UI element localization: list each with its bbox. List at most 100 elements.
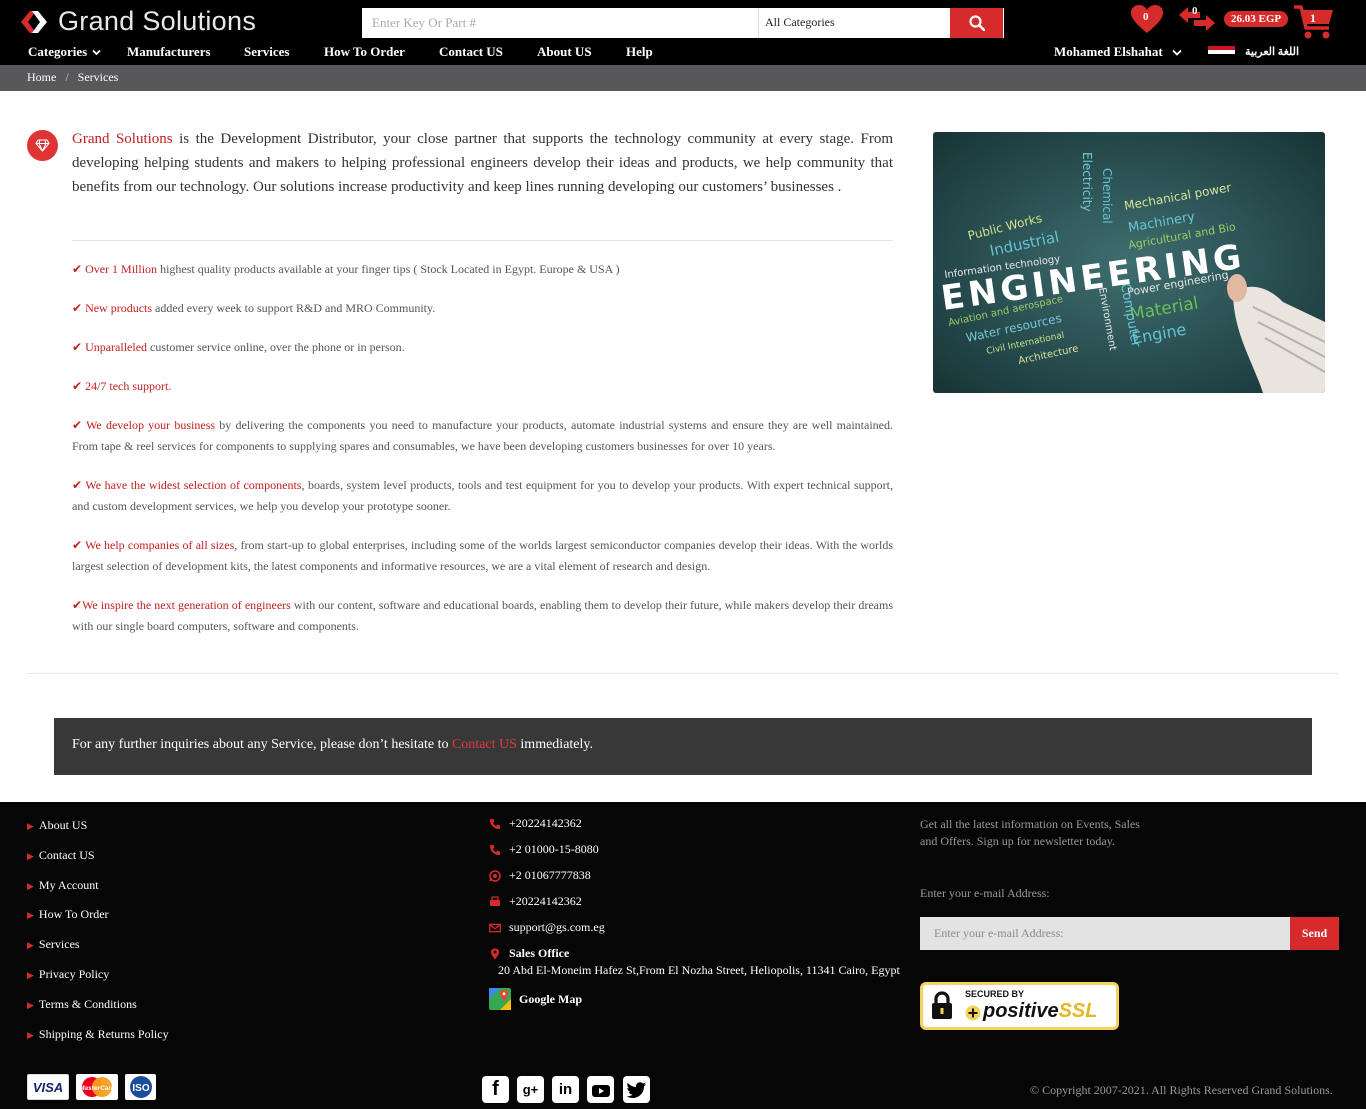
footer-link-shipping-returns[interactable]: ▶ Shipping & Returns Policy <box>27 1027 169 1042</box>
wishlist-count: 0 <box>1143 11 1149 23</box>
feature-item: ✔ Over 1 Million highest quality product… <box>72 259 893 280</box>
brand-name: Grand Solutions <box>72 131 173 147</box>
nav-how-to-order[interactable]: How To Order <box>324 44 405 60</box>
nav-help[interactable]: Help <box>626 44 653 60</box>
feature-highlight: Unparalleled <box>85 340 148 354</box>
footer: ▶ About US ▶ Contact US ▶ My Account ▶ How T… <box>0 802 1366 1109</box>
feature-highlight: We develop your business <box>86 418 216 432</box>
email-address: support@gs.com.eg <box>509 920 605 934</box>
cta-contact-link[interactable]: Contact US <box>452 737 517 752</box>
search-button[interactable] <box>950 8 1003 38</box>
nav-manufacturers[interactable]: Manufacturers <box>127 44 211 60</box>
iso-logo: ISO <box>125 1074 156 1100</box>
visa-logo: VISA <box>27 1074 69 1100</box>
footer-link-privacy-policy[interactable]: ▶ Privacy Policy <box>27 967 109 982</box>
egypt-flag-icon <box>1208 45 1235 58</box>
nav-categories[interactable]: Categories <box>28 44 102 60</box>
feature-highlight: We help companies of all sizes <box>85 538 235 552</box>
logo-mark-icon <box>21 10 47 33</box>
google-plus-icon[interactable]: g+ <box>517 1076 544 1103</box>
breadcrumb-current: Services <box>77 70 119 84</box>
account-balance-badge[interactable]: 26.03 EGP <box>1224 11 1289 27</box>
feature-item: ✔ Unparalleled customer service online, … <box>72 337 893 358</box>
engineering-image: Mechanical power Machinery Agricultural … <box>933 132 1325 393</box>
linkedin-icon[interactable]: in <box>552 1076 579 1103</box>
breadcrumb-home[interactable]: Home <box>27 70 56 84</box>
ssl-brand-suffix: SSL <box>1058 1000 1098 1022</box>
contact-fax[interactable]: +20224142362 <box>489 894 582 909</box>
footer-link-label: How To Order <box>38 907 109 921</box>
search-input[interactable] <box>362 8 759 38</box>
map-marker-icon <box>491 948 499 959</box>
positive-ssl-seal[interactable]: SECURED BY positiveSSL <box>920 982 1119 1030</box>
caret-right-icon: ▶ <box>27 910 34 920</box>
chevron-down-icon <box>1172 49 1182 56</box>
user-name: Mohamed Elshahat <box>1054 44 1163 59</box>
checkmark-icon: ✔ <box>72 301 83 315</box>
feature-item: ✔ We help companies of all sizes, from s… <box>72 535 893 577</box>
language-label: اللغة العربية <box>1245 46 1300 58</box>
ssl-brand-positive: positive <box>983 1000 1059 1022</box>
visa-logo-text: VISA <box>32 1079 64 1095</box>
newsletter-email-input[interactable] <box>920 917 1290 950</box>
footer-link-label: Services <box>38 937 80 951</box>
facebook-icon[interactable]: f <box>482 1076 509 1103</box>
feature-highlight: New products <box>85 301 153 315</box>
nav-about-us[interactable]: About US <box>537 44 592 60</box>
language-switch[interactable]: اللغة العربية <box>1208 45 1299 58</box>
site-logo[interactable]: Grand Solutions <box>18 6 256 37</box>
twitter-icon[interactable] <box>623 1076 650 1103</box>
chevron-down-icon <box>92 49 102 56</box>
contact-email[interactable]: support@gs.com.eg <box>489 920 605 935</box>
google-map-link[interactable]: Google Map <box>489 988 582 1010</box>
mastercard-logo: MasterCard <box>76 1074 118 1100</box>
iso-logo-text: ISO <box>132 1083 149 1094</box>
footer-link-services[interactable]: ▶ Services <box>27 937 80 952</box>
user-menu[interactable]: Mohamed Elshahat <box>1054 44 1182 60</box>
top-header: Grand Solutions All Categories 0 0 26.03… <box>0 0 1366 65</box>
footer-link-label: About US <box>38 818 88 832</box>
nav-categories-label: Categories <box>28 44 88 59</box>
breadcrumb-separator: / <box>65 70 69 84</box>
phone-number: +2 01000-15-8080 <box>509 842 599 856</box>
diamond-badge-icon <box>27 130 58 161</box>
checkmark-icon: ✔ <box>72 340 83 354</box>
feature-highlight: 24/7 tech support. <box>85 379 172 393</box>
footer-link-contact-us[interactable]: ▶ Contact US <box>27 848 95 863</box>
footer-link-terms[interactable]: ▶ Terms & Conditions <box>27 997 137 1012</box>
nav-services[interactable]: Services <box>244 44 289 60</box>
logo-text: Grand Solutions <box>58 6 257 36</box>
intro-text: is the Development Distributor, your clo… <box>72 131 893 195</box>
feature-item: ✔ We have the widest selection of compon… <box>72 475 893 517</box>
contact-cta-banner: For any further inquiries about any Serv… <box>54 718 1312 775</box>
footer-link-my-account[interactable]: ▶ My Account <box>27 878 99 893</box>
search-bar: All Categories <box>362 8 1004 38</box>
footer-link-how-to-order[interactable]: ▶ How To Order <box>27 907 109 922</box>
category-select[interactable]: All Categories <box>759 8 950 38</box>
caret-right-icon: ▶ <box>27 940 34 950</box>
contact-phone-1[interactable]: +20224142362 <box>489 816 582 831</box>
newsletter-send-button[interactable]: Send <box>1290 917 1339 950</box>
whatsapp-number: +2 01067777838 <box>509 868 591 882</box>
footer-link-about-us[interactable]: ▶ About US <box>27 818 87 833</box>
youtube-icon[interactable] <box>587 1076 614 1103</box>
feature-highlight: We have the widest selection of componen… <box>85 478 302 492</box>
feature-item: ✔ We develop your business by delivering… <box>72 415 893 457</box>
contact-phone-2[interactable]: +2 01000-15-8080 <box>489 842 599 857</box>
office-address: 20 Abd El-Moneim Hafez St,From El Nozha … <box>498 963 900 977</box>
image-word: Electricity <box>1080 152 1094 212</box>
compare-count: 0 <box>1192 5 1198 17</box>
caret-right-icon: ▶ <box>27 1030 34 1040</box>
footer-link-label: Privacy Policy <box>38 967 110 981</box>
search-icon <box>968 15 985 31</box>
newsletter-email-label: Enter your e-mail Address: <box>920 886 1050 900</box>
feature-highlight: Over 1 Million <box>85 262 158 276</box>
fax-icon <box>490 895 500 906</box>
contact-whatsapp[interactable]: +2 01067777838 <box>489 868 591 883</box>
mastercard-logo-text: MasterCard <box>79 1085 116 1092</box>
feature-highlight: We inspire the next generation of engine… <box>82 598 291 612</box>
nav-contact-us[interactable]: Contact US <box>439 44 503 60</box>
copyright: © Copyright 2007-2021. All Rights Reserv… <box>1030 1083 1333 1097</box>
cta-text-before: For any further inquiries about any Serv… <box>72 737 452 752</box>
feature-text: customer service online, over the phone … <box>147 340 405 354</box>
